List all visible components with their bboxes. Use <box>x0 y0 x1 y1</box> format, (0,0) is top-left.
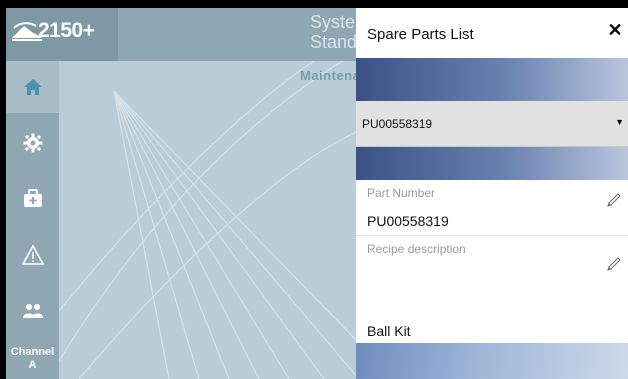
app-window: 2150+ System Standby Channel A Maintenan… <box>0 0 628 379</box>
part-number-field: Part Number PU00558319 <box>356 180 628 236</box>
close-button[interactable]: ✕ <box>604 19 626 41</box>
sidebar-item-alarms[interactable] <box>6 229 59 281</box>
sidebar-item-users[interactable] <box>6 285 59 337</box>
warning-icon <box>21 244 44 265</box>
part-number-value: PU00558319 <box>367 213 449 229</box>
chevron-down-icon: ▼ <box>615 117 624 127</box>
spare-parts-panel: Spare Parts List ✕ PU00558319 ▼ Part Num… <box>356 8 628 379</box>
sidebar-item-toolkit[interactable] <box>6 173 59 225</box>
part-number-label: Part Number <box>367 186 436 200</box>
decorative-band <box>356 343 628 379</box>
part-select-value: PU00558319 <box>362 117 433 131</box>
brand-name: 2150+ <box>38 19 95 42</box>
recipe-description-value: Ball Kit <box>367 323 411 339</box>
panel-header: Spare Parts List ✕ <box>356 8 628 58</box>
pencil-icon[interactable] <box>606 256 622 272</box>
channel-value: A <box>28 359 37 371</box>
recipe-description-field: Recipe description Ball Kit <box>356 236 628 343</box>
panel-title: Spare Parts List <box>367 26 474 43</box>
pencil-icon[interactable] <box>606 192 622 208</box>
sidebar-item-settings[interactable] <box>6 117 59 169</box>
home-icon <box>23 79 42 95</box>
channel-indicator[interactable]: Channel A <box>6 339 59 379</box>
brand-area: 2150+ <box>6 8 118 61</box>
close-icon: ✕ <box>607 19 623 40</box>
sidebar: Channel A <box>6 61 59 379</box>
decorative-band <box>356 147 628 180</box>
recipe-description-label: Recipe description <box>367 242 466 256</box>
part-select-dropdown[interactable]: PU00558319 ▼ <box>356 101 628 147</box>
sidebar-item-home[interactable] <box>6 61 59 113</box>
toolkit-icon <box>23 189 42 207</box>
channel-label: Channel <box>10 346 55 358</box>
users-icon <box>22 304 43 318</box>
decorative-band <box>356 58 628 101</box>
gear-icon <box>23 133 42 153</box>
